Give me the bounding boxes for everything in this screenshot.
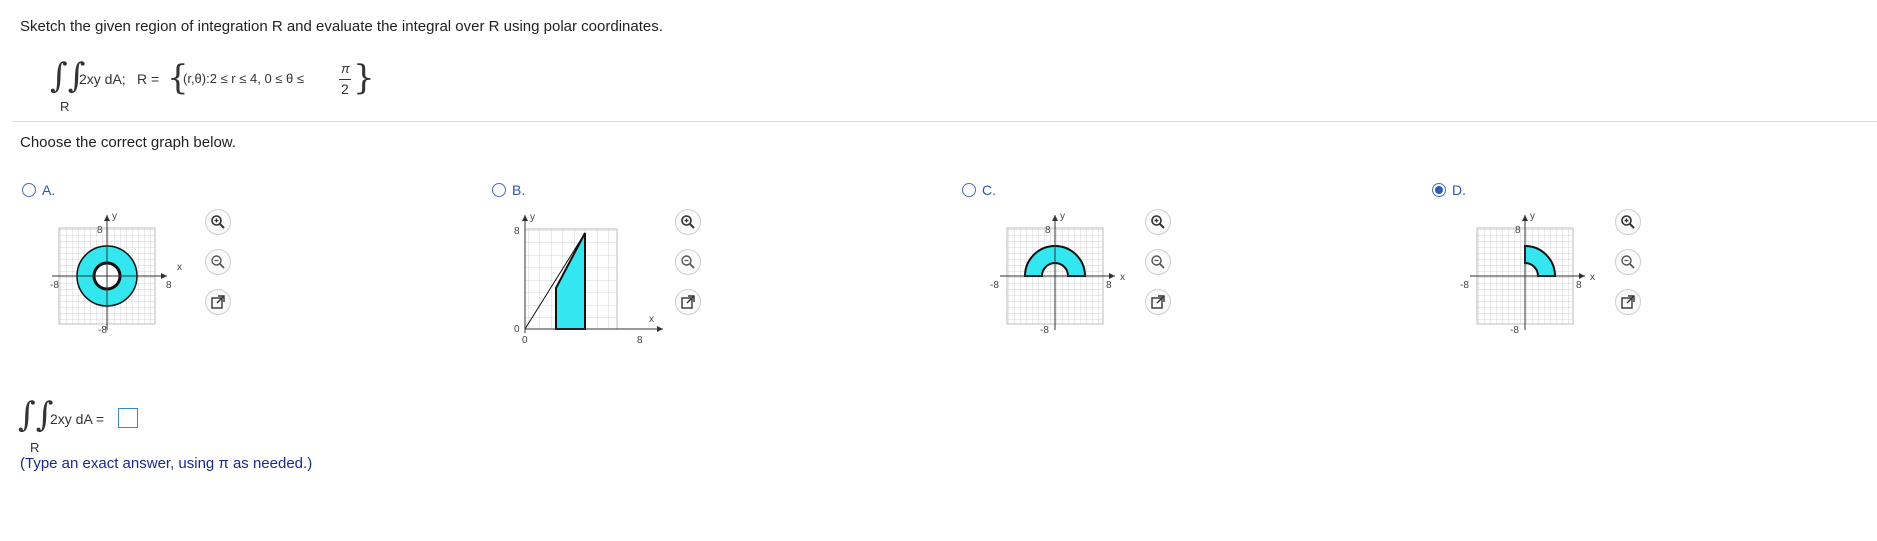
graph-a-y-arrow [104,215,110,221]
option-c[interactable]: C. [962,182,996,198]
answer-region-label: R [30,440,40,455]
region-set: (r,θ):2 ≤ r ≤ 4, 0 ≤ θ ≤ [183,71,305,86]
graph-c-x-label: x [1120,272,1125,283]
graph-d-y-arrow [1522,215,1528,221]
option-b-label: B. [512,182,526,198]
graph-a-y-label: y [112,211,117,222]
graph-d-y-label: y [1530,211,1535,222]
option-b[interactable]: B. [492,182,525,198]
graph-a-xtick-left: -8 [50,280,59,291]
answer-integral-symbol: ∫∫ [18,395,54,435]
graph-a-x-label: x [177,262,182,273]
graph-a-xtick-right: 8 [166,280,172,291]
graph-c-ytick-top: 8 [1045,225,1051,236]
answer-row: ∫∫ 2xy dA = R [18,398,318,458]
graph-b-ytick-top: 8 [514,226,520,237]
graph-c-xtick-right: 8 [1106,280,1112,291]
answer-input[interactable] [118,408,138,428]
fraction-bar [339,79,351,80]
pi-numerator: π [341,61,350,76]
graph-c-zoom-in-button[interactable] [1145,209,1171,235]
graph-d-x-arrow [1579,273,1585,279]
option-d-label: D. [1452,182,1466,198]
graph-d-ytick-bottom: -8 [1510,325,1519,336]
graph-b-ytick-zero: 0 [514,324,520,335]
answer-integrand: 2xy dA = [50,411,105,427]
graph-d: y x 8 -8 8 -8 [1460,211,1595,336]
radio-d[interactable] [1432,183,1446,197]
graph-a: y x 8 -8 8 -8 [50,211,182,336]
graph-a-expand-button[interactable] [205,289,231,315]
option-d[interactable]: D. [1432,182,1466,198]
integrand-text: 2xy dA; [79,71,126,87]
option-a-label: A. [42,182,56,198]
graph-d-ytick-top: 8 [1515,225,1521,236]
graph-a-zoom-out-button[interactable] [205,249,231,275]
graph-a-ytick-top: 8 [97,225,103,236]
two-denominator: 2 [341,81,349,97]
graph-b-zoom-in-button[interactable] [675,209,701,235]
graph-c-ytick-bottom: -8 [1040,325,1049,336]
graph-d-zoom-in-button[interactable] [1615,209,1641,235]
graph-d-zoom-out-button[interactable] [1615,249,1641,275]
graph-b-xtick-zero: 0 [522,335,528,346]
graph-c-x-arrow [1109,273,1115,279]
graph-b-xtick-eight: 8 [637,335,643,346]
graph-a-x-arrow [161,273,167,279]
graph-a-ytick-bottom: -8 [98,325,107,336]
graph-b-expand-button[interactable] [675,289,701,315]
right-brace: } [353,58,375,98]
graph-b-x-label: x [649,314,654,325]
region-definition: ∫∫ 2xy dA; R = { (r,θ):2 ≤ r ≤ 4, 0 ≤ θ … [45,56,375,116]
choose-prompt: Choose the correct graph below. [20,134,236,151]
graph-b-y-arrow [522,215,528,221]
graph-c: y x 8 -8 8 -8 [990,211,1125,336]
graph-c-y-label: y [1060,211,1065,222]
graph-b-zoom-out-button[interactable] [675,249,701,275]
graph-c-xtick-left: -8 [990,280,999,291]
graph-a-zoom-in-button[interactable] [205,209,231,235]
region-lhs: R = [137,71,160,87]
graph-d-expand-button[interactable] [1615,289,1641,315]
option-c-label: C. [982,182,996,198]
graph-b: y x 8 0 0 8 [514,212,663,346]
region-label-r: R [60,99,70,114]
radio-c[interactable] [962,183,976,197]
graph-d-x-label: x [1590,272,1595,283]
question-instruction: Sketch the given region of integration R… [20,18,663,35]
graph-c-expand-button[interactable] [1145,289,1171,315]
graph-c-y-arrow [1052,215,1058,221]
radio-b[interactable] [492,183,506,197]
answer-hint: (Type an exact answer, using π as needed… [20,455,313,472]
graph-b-y-label: y [530,212,535,223]
graph-d-xtick-right: 8 [1576,280,1582,291]
radio-d-selected-dot [1435,186,1443,194]
graph-b-x-arrow [657,326,663,332]
radio-a[interactable] [22,183,36,197]
option-a[interactable]: A. [22,182,55,198]
graph-c-zoom-out-button[interactable] [1145,249,1171,275]
graph-d-xtick-left: -8 [1460,280,1469,291]
divider [12,121,1877,122]
